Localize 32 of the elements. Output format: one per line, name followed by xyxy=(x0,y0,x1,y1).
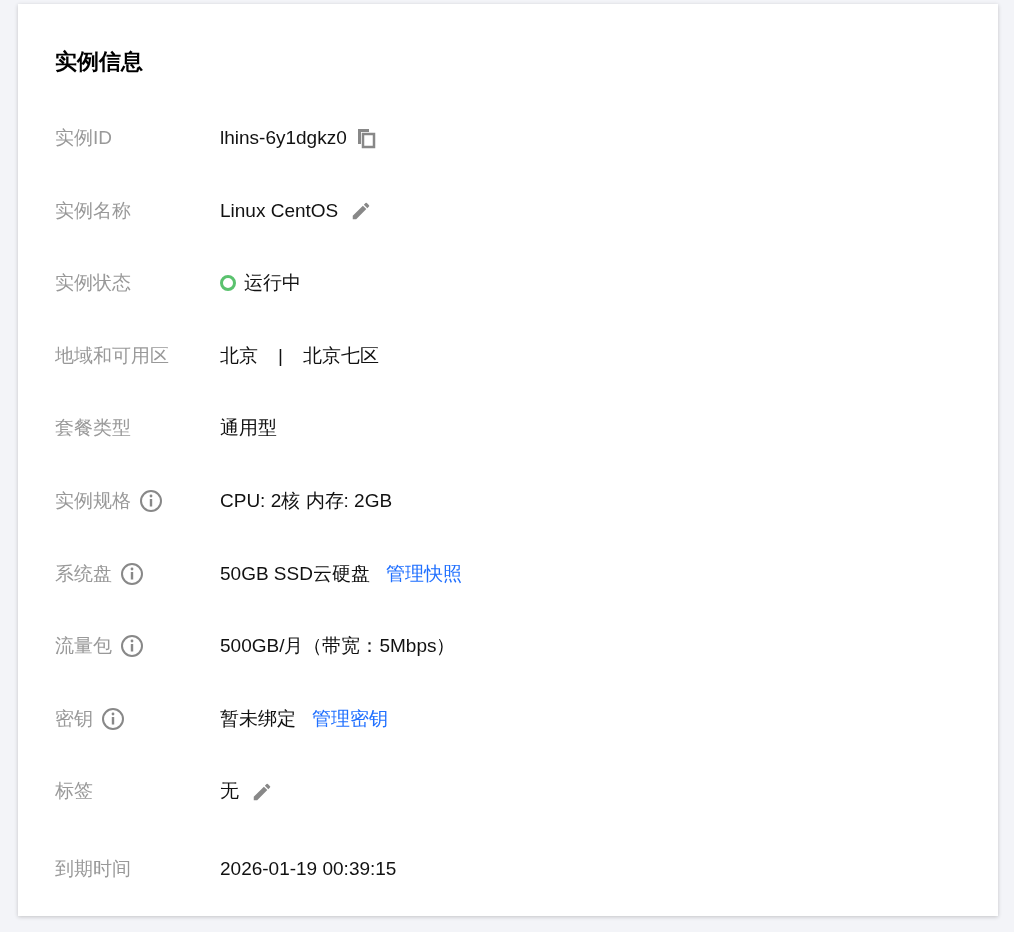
field-label: 密钥 xyxy=(55,706,93,731)
field-label: 实例规格 xyxy=(55,489,131,513)
field-value: 北京 xyxy=(220,343,258,368)
info-icon[interactable] xyxy=(101,707,125,732)
info-icon[interactable] xyxy=(120,634,144,659)
field-label: 流量包 xyxy=(55,634,112,659)
field-label: 实例状态 xyxy=(55,271,131,296)
field-value: 2026-01-19 00:39:15 xyxy=(220,857,397,881)
field-value: 通用型 xyxy=(220,416,277,441)
field-label: 实例ID xyxy=(55,126,112,151)
field-value: 暂未绑定 xyxy=(220,706,296,731)
field-value: 50GB SSD云硬盘 xyxy=(220,561,370,586)
field-value: 无 xyxy=(220,779,239,804)
info-icon[interactable] xyxy=(139,489,163,514)
field-label: 标签 xyxy=(55,779,93,804)
field-value: 北京七区 xyxy=(302,343,379,368)
card-title: 实例信息 xyxy=(55,48,144,76)
field-value: 500GB/月（带宽：5Mbps） xyxy=(220,634,456,659)
field-value: CPU: 2核 内存: 2GB xyxy=(220,489,393,513)
field-label: 到期时间 xyxy=(55,857,131,881)
field-value: 运行中 xyxy=(244,271,301,296)
field-value: Linux CentOS xyxy=(220,198,339,223)
manage-link[interactable]: 管理快照 xyxy=(385,559,462,589)
status-indicator-icon xyxy=(220,275,236,292)
field-label: 系统盘 xyxy=(55,561,112,586)
info-icon[interactable] xyxy=(120,561,144,586)
field-label: 实例名称 xyxy=(55,198,131,223)
field-value: lhins-6y1dgkz0 xyxy=(220,126,347,151)
field-label: 套餐类型 xyxy=(55,416,131,441)
manage-link[interactable]: 管理密钥 xyxy=(312,704,388,734)
separator: | xyxy=(278,343,283,368)
field-label: 地域和可用区 xyxy=(55,343,169,368)
